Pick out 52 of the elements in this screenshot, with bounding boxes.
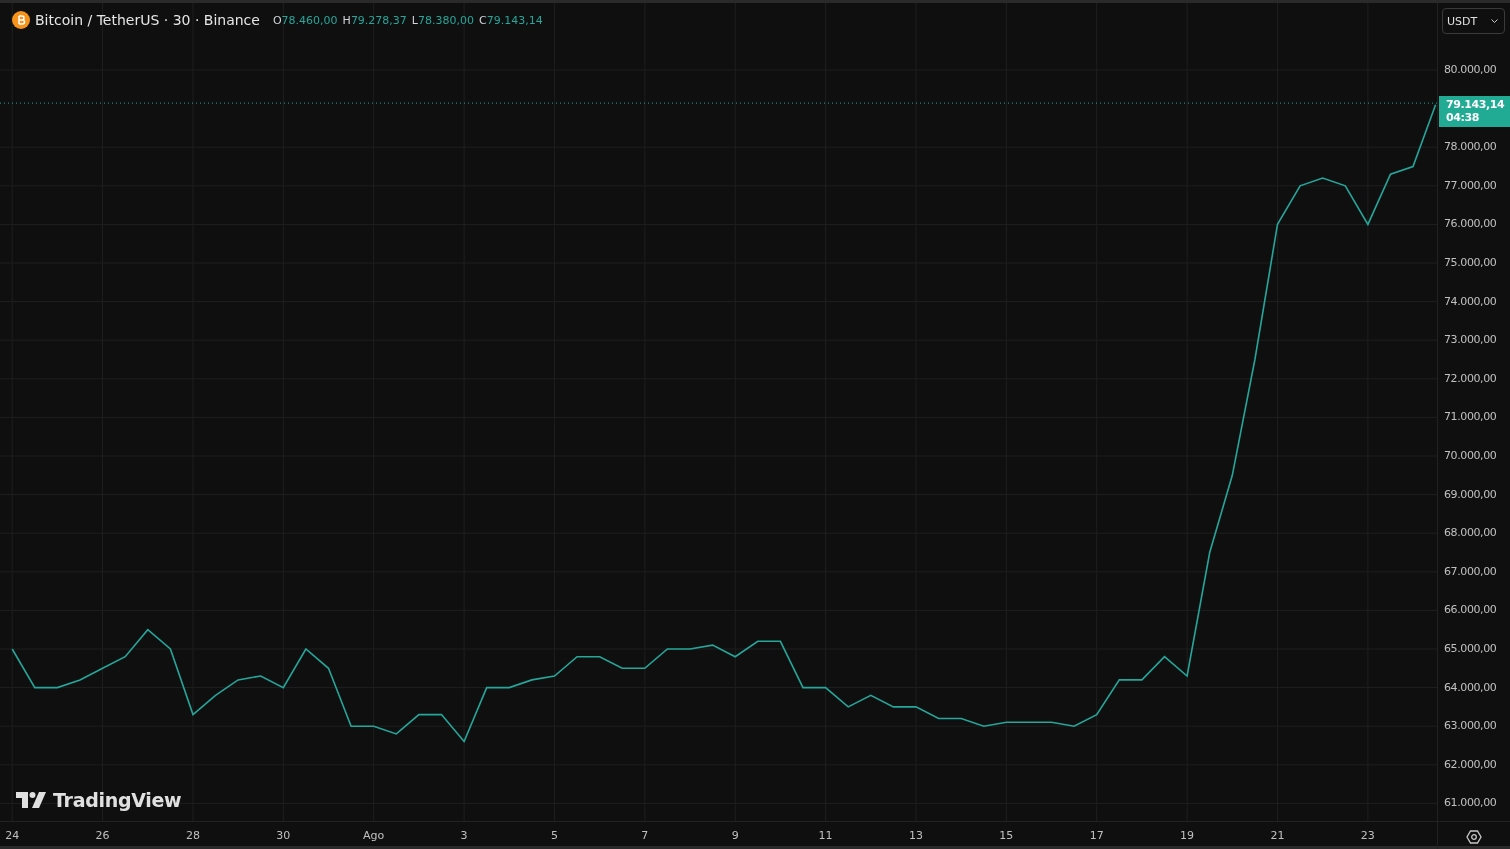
time-axis-label: 26: [95, 829, 110, 842]
time-axis-label: 19: [1180, 829, 1195, 842]
ohlc-value: 78.460,00: [281, 13, 338, 27]
time-axis-label: Ago: [363, 829, 385, 842]
time-axis-label: 5: [550, 829, 558, 842]
last-price: 79.143,14: [1446, 97, 1506, 111]
symbol-title[interactable]: Bitcoin / TetherUS · 30 · Binance: [35, 12, 260, 28]
price-axis-label: 74.000,00: [1444, 294, 1497, 309]
price-axis-label: 75.000,00: [1444, 256, 1497, 270]
chevron-down-icon: [1491, 18, 1498, 24]
price-axis-label: 66.000,00: [1444, 603, 1497, 618]
price-axis-label: 76.000,00: [1444, 217, 1497, 232]
ohlc-label: H: [342, 13, 351, 27]
time-axis-label: 11: [818, 829, 833, 842]
price-axis-label: 68.000,00: [1444, 526, 1497, 541]
time-axis-label: 24: [5, 829, 20, 842]
logo-text: TradingView: [53, 789, 182, 811]
time-axis-label: 7: [641, 829, 649, 842]
time-axis-label: 23: [1360, 829, 1375, 842]
price-axis-label: 70.000,00: [1444, 449, 1497, 463]
time-axis-label: 28: [185, 829, 200, 842]
price-axis-label: 80.000,00: [1444, 63, 1497, 77]
time-axis-label: 9: [731, 829, 739, 842]
currency-dropdown[interactable]: USDT: [1442, 8, 1505, 34]
price-axis-label: 73.000,00: [1444, 333, 1497, 348]
price-axis-label: 64.000,00: [1444, 680, 1497, 695]
coin-icon: [12, 11, 30, 29]
time-axis-label: 15: [999, 829, 1014, 842]
ohlc-value: 78.380,00: [418, 13, 474, 27]
time-axis-label: 30: [276, 829, 291, 842]
ohlc-label: L: [411, 13, 418, 27]
bar-countdown: 04:38: [1446, 110, 1480, 124]
time-axis-label: 3: [460, 829, 468, 842]
price-axis-label: 65.000,00: [1444, 642, 1497, 656]
ohlc-value: 79.278,37: [350, 13, 407, 27]
price-axis-label: 63.000,00: [1444, 719, 1497, 734]
price-axis-label: 67.000,00: [1444, 564, 1497, 579]
logo-icon: [16, 791, 46, 809]
ohlc-label: C: [479, 13, 487, 27]
ohlc-value: 79.143,14: [486, 13, 543, 27]
price-axis-label: 71.000,00: [1444, 410, 1497, 425]
price-axis-label: 62.000,00: [1444, 757, 1497, 772]
time-axis-label: 21: [1270, 829, 1285, 842]
price-axis-label: 78.000,00: [1444, 140, 1497, 155]
price-axis-label: 61.000,00: [1444, 796, 1497, 811]
price-axis-label: 72.000,00: [1444, 371, 1497, 386]
price-axis-label: 69.000,00: [1444, 487, 1497, 502]
ohlc-label: O: [272, 13, 282, 27]
time-axis-label: 17: [1089, 829, 1104, 842]
settings-icon[interactable]: [1466, 829, 1482, 845]
price-axis-label: 77.000,00: [1444, 178, 1497, 193]
time-axis-label: 13: [908, 829, 923, 842]
